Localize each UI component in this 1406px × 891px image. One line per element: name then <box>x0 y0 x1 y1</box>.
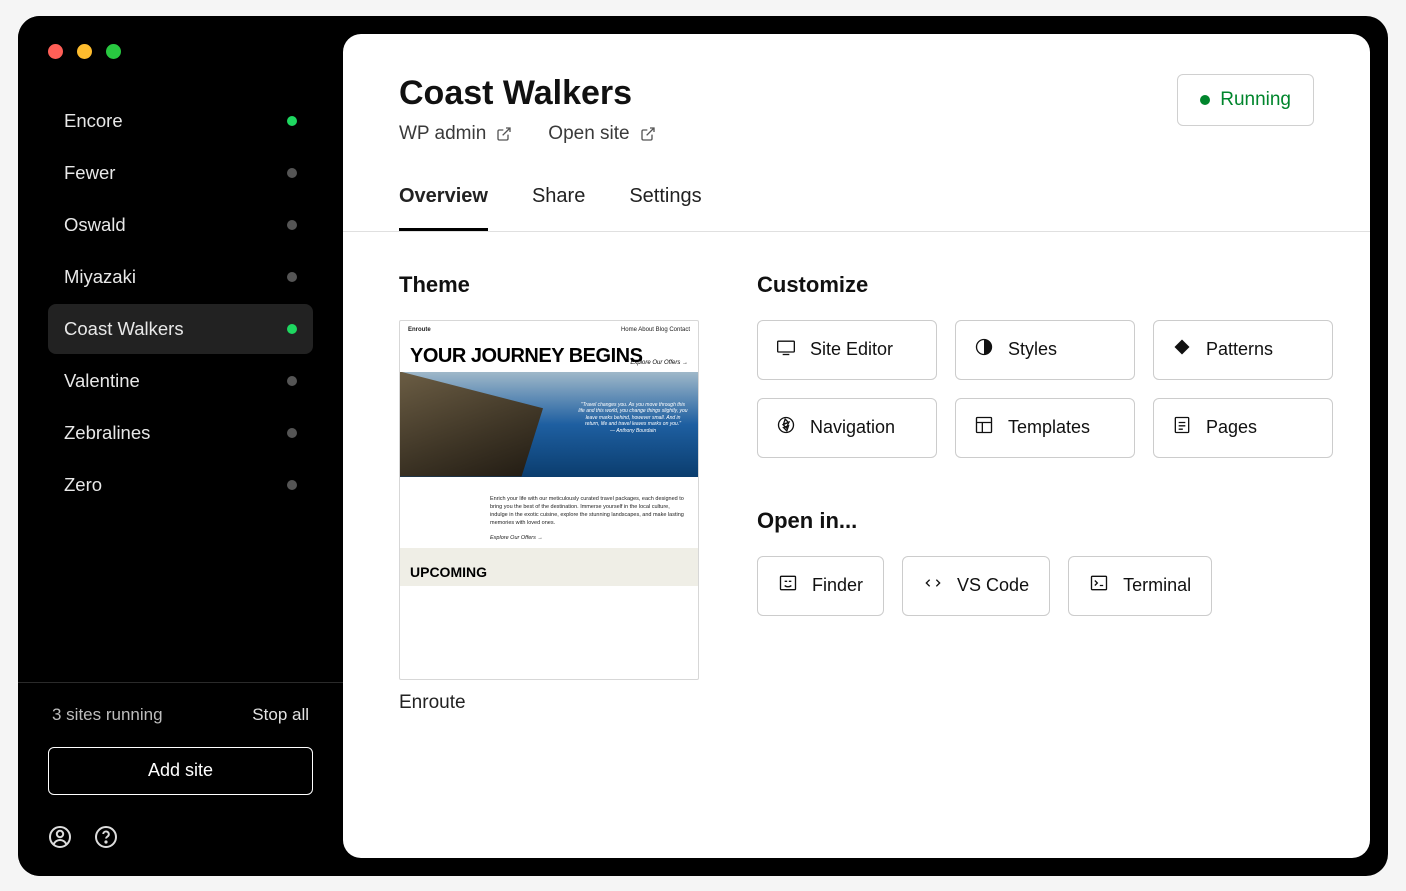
site-editor-button[interactable]: Site Editor <box>757 320 937 380</box>
sidebar-footer: 3 sites running Stop all Add site <box>18 682 343 876</box>
sidebar-item-coast-walkers[interactable]: Coast Walkers <box>48 304 313 354</box>
main-panel: Coast Walkers WP admin Open site Running <box>343 34 1370 858</box>
status-dot-icon <box>287 220 297 230</box>
theme-preview[interactable]: Enroute Home About Blog Contact YOUR JOU… <box>399 320 699 680</box>
sidebar: Encore Fewer Oswald Miyazaki Coast Walkers Va… <box>18 16 343 876</box>
tab-share[interactable]: Share <box>532 185 585 231</box>
account-icon[interactable] <box>48 825 72 854</box>
open-site-link[interactable]: Open site <box>548 123 655 145</box>
sidebar-item-label: Fewer <box>64 162 115 184</box>
window-controls <box>48 44 121 59</box>
app-window: Encore Fewer Oswald Miyazaki Coast Walkers Va… <box>18 16 1388 876</box>
maximize-window-button[interactable] <box>106 44 121 59</box>
sidebar-item-oswald[interactable]: Oswald <box>48 200 313 250</box>
sidebar-item-label: Valentine <box>64 370 140 392</box>
customize-grid: Site Editor Styles Patterns Navigation Templ… <box>757 320 1333 458</box>
styles-button[interactable]: Styles <box>955 320 1135 380</box>
close-window-button[interactable] <box>48 44 63 59</box>
pages-button[interactable]: Pages <box>1153 398 1333 458</box>
sidebar-item-label: Zebralines <box>64 422 150 444</box>
sidebar-item-fewer[interactable]: Fewer <box>48 148 313 198</box>
status-indicator-icon <box>1200 95 1210 105</box>
tab-overview[interactable]: Overview <box>399 185 488 231</box>
templates-button[interactable]: Templates <box>955 398 1135 458</box>
minimize-window-button[interactable] <box>77 44 92 59</box>
tab-settings[interactable]: Settings <box>629 185 701 231</box>
status-dot-icon <box>287 480 297 490</box>
external-link-icon <box>640 126 656 142</box>
sidebar-item-label: Encore <box>64 110 123 132</box>
open-in-finder-button[interactable]: Finder <box>757 556 884 616</box>
running-count: 3 sites running <box>52 705 163 725</box>
sidebar-item-valentine[interactable]: Valentine <box>48 356 313 406</box>
pages-icon <box>1172 415 1192 440</box>
help-icon[interactable] <box>94 825 118 854</box>
terminal-icon <box>1089 573 1109 598</box>
site-list: Encore Fewer Oswald Miyazaki Coast Walkers Va… <box>18 96 343 682</box>
site-title: Coast Walkers <box>399 74 656 113</box>
sidebar-item-zebralines[interactable]: Zebralines <box>48 408 313 458</box>
vs-code-icon <box>923 573 943 598</box>
status-dot-icon <box>287 116 297 126</box>
tabs: Overview Share Settings <box>343 185 1370 232</box>
open-in-terminal-button[interactable]: Terminal <box>1068 556 1212 616</box>
sidebar-item-encore[interactable]: Encore <box>48 96 313 146</box>
styles-icon <box>974 337 994 362</box>
open-in-vs-code-button[interactable]: VS Code <box>902 556 1050 616</box>
sidebar-item-label: Miyazaki <box>64 266 136 288</box>
finder-icon <box>778 573 798 598</box>
site-editor-icon <box>776 337 796 362</box>
add-site-button[interactable]: Add site <box>48 747 313 795</box>
sidebar-item-miyazaki[interactable]: Miyazaki <box>48 252 313 302</box>
status-dot-icon <box>287 324 297 334</box>
templates-icon <box>974 415 994 440</box>
external-link-icon <box>496 126 512 142</box>
sidebar-item-zero[interactable]: Zero <box>48 460 313 510</box>
status-dot-icon <box>287 376 297 386</box>
sidebar-item-label: Oswald <box>64 214 126 236</box>
customize-section-label: Customize <box>757 272 1333 298</box>
open-in-section-label: Open in... <box>757 508 1333 534</box>
status-dot-icon <box>287 168 297 178</box>
patterns-button[interactable]: Patterns <box>1153 320 1333 380</box>
stop-all-button[interactable]: Stop all <box>252 705 309 725</box>
navigation-icon <box>776 415 796 440</box>
navigation-button[interactable]: Navigation <box>757 398 937 458</box>
status-dot-icon <box>287 272 297 282</box>
patterns-icon <box>1172 337 1192 362</box>
sidebar-item-label: Zero <box>64 474 102 496</box>
wp-admin-link[interactable]: WP admin <box>399 123 512 145</box>
status-dot-icon <box>287 428 297 438</box>
open-in-row: Finder VS Code Terminal <box>757 556 1333 616</box>
sidebar-item-label: Coast Walkers <box>64 318 184 340</box>
theme-section-label: Theme <box>399 272 699 298</box>
status-badge[interactable]: Running <box>1177 74 1314 126</box>
theme-name: Enroute <box>399 692 699 714</box>
